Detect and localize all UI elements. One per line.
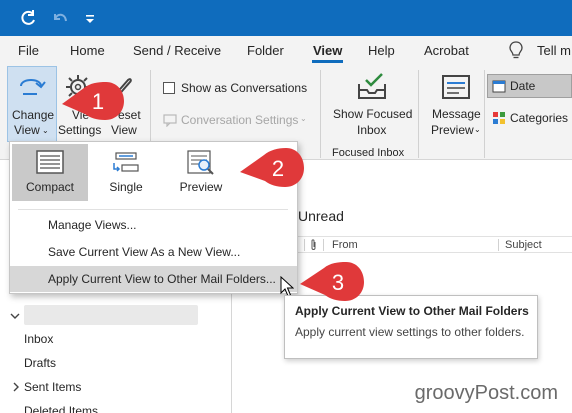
view-option-preview-label: Preview — [179, 180, 223, 194]
conversation-settings-label[interactable]: Conversation Settings — [181, 113, 298, 128]
tooltip-description: Apply current view settings to other fol… — [295, 325, 525, 339]
arrangement-date-label: Date — [510, 79, 536, 93]
sync-icon[interactable] — [18, 8, 38, 28]
show-focused-inbox-label[interactable]: Show Focused — [333, 107, 412, 122]
message-preview-label-line2[interactable]: Preview — [431, 123, 474, 138]
show-focused-inbox-label-line2[interactable]: Inbox — [357, 123, 386, 138]
tab-file[interactable]: File — [18, 43, 39, 58]
focused-inbox-group-label: Focused Inbox — [332, 147, 405, 159]
focused-inbox-icon — [358, 73, 386, 99]
chevron-right-icon[interactable] — [12, 382, 20, 392]
view-option-single[interactable]: Single — [90, 144, 162, 201]
change-view-label: Change — [12, 108, 55, 122]
undo-icon[interactable] — [50, 8, 70, 28]
conversation-settings-icon — [163, 114, 177, 127]
callout-2-number: 2 — [271, 156, 285, 181]
change-view-caret: ⌄ — [42, 126, 49, 135]
view-settings-label-line2[interactable]: Settings — [58, 123, 101, 138]
calendar-icon — [492, 80, 506, 93]
save-current-view-item[interactable]: Save Current View As a New View... — [10, 239, 297, 265]
ribbon-separator — [484, 70, 485, 158]
tab-tell-me[interactable]: Tell m — [537, 43, 571, 58]
column-divider — [323, 239, 324, 251]
callout-3-number: 3 — [331, 270, 345, 295]
view-option-single-label: Single — [109, 180, 143, 194]
tab-home[interactable]: Home — [70, 43, 105, 58]
menu-divider — [18, 209, 288, 210]
lightbulb-icon — [509, 41, 523, 59]
preview-view-icon — [187, 150, 214, 175]
single-view-icon — [113, 152, 139, 172]
ribbon-tabs: File Home Send / Receive Folder View Hel… — [0, 36, 572, 64]
manage-views-item[interactable]: Manage Views... — [10, 212, 297, 238]
apply-current-view-item[interactable]: Apply Current View to Other Mail Folders… — [10, 266, 297, 292]
callout-1-number: 1 — [91, 89, 105, 114]
column-from[interactable]: From — [332, 239, 358, 251]
attachment-icon[interactable] — [310, 239, 318, 251]
unread-filter[interactable]: Unread — [298, 208, 344, 224]
column-divider — [304, 239, 305, 251]
compact-view-icon — [36, 150, 64, 174]
tooltip-title: Apply Current View to Other Mail Folders — [295, 304, 529, 318]
tab-acrobat[interactable]: Acrobat — [424, 43, 469, 58]
callout-2: 2 — [238, 148, 306, 188]
chevron-down-icon[interactable] — [10, 311, 20, 321]
folder-inbox[interactable]: Inbox — [24, 332, 53, 346]
ribbon-separator — [418, 70, 419, 158]
conversation-settings-caret: ⌄ — [300, 114, 307, 123]
view-option-compact[interactable]: Compact — [12, 144, 88, 201]
customize-toolbar-icon[interactable] — [80, 8, 100, 28]
folder-drafts[interactable]: Drafts — [24, 356, 56, 370]
column-subject[interactable]: Subject — [505, 239, 542, 251]
column-divider — [498, 239, 499, 251]
folder-sent-items[interactable]: Sent Items — [24, 380, 81, 394]
ribbon-separator — [320, 70, 321, 158]
categories-icon — [493, 112, 505, 124]
tab-folder[interactable]: Folder — [247, 43, 284, 58]
message-preview-icon — [442, 75, 470, 99]
reset-view-label-line2[interactable]: View — [111, 123, 137, 138]
active-tab-indicator — [312, 60, 343, 63]
column-header: From Subject — [298, 236, 572, 253]
title-bar — [0, 0, 572, 36]
watermark: groovyPost.com — [414, 382, 558, 404]
tab-view[interactable]: View — [313, 43, 342, 58]
callout-3: 3 — [298, 262, 366, 302]
show-as-conversations-label[interactable]: Show as Conversations — [181, 81, 307, 96]
callout-1: 1 — [60, 82, 126, 122]
show-as-conversations-checkbox[interactable] — [163, 82, 175, 94]
change-view-label-line2: View — [14, 123, 40, 137]
arrangement-categories-label[interactable]: Categories — [510, 111, 568, 126]
view-option-compact-label: Compact — [25, 180, 75, 194]
tooltip: Apply Current View to Other Mail Folders… — [284, 295, 538, 359]
change-view-icon — [20, 79, 46, 95]
message-preview-label[interactable]: Message — [432, 107, 481, 122]
folder-deleted-items[interactable]: Deleted Items — [24, 404, 98, 413]
account-name-redacted — [24, 305, 198, 325]
message-preview-caret: ⌄ — [474, 125, 481, 134]
tab-send-receive[interactable]: Send / Receive — [133, 43, 221, 58]
view-option-preview[interactable]: Preview — [165, 144, 237, 201]
tab-help[interactable]: Help — [368, 43, 395, 58]
